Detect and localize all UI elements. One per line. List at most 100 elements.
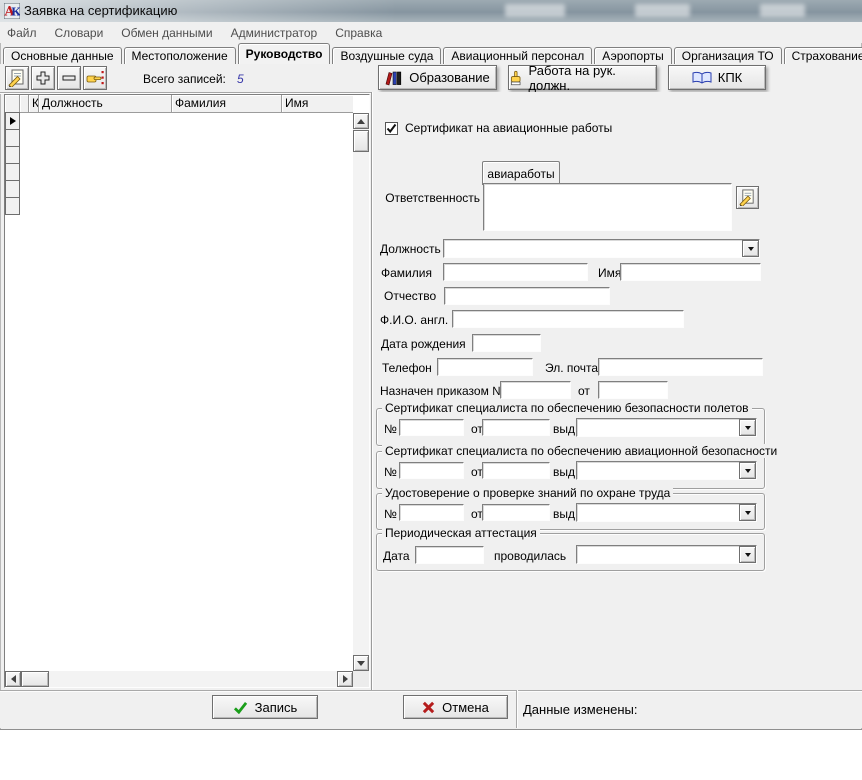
tab-aviation-personnel[interactable]: Авиационный персонал [443,47,592,64]
vertical-scroll-thumb[interactable] [353,130,369,152]
save-button[interactable]: Запись [212,695,318,719]
order-number-field[interactable] [500,381,571,399]
cert2-date-field[interactable] [482,462,550,479]
pick-record-button[interactable] [83,66,107,90]
cancel-button[interactable]: Отмена [403,695,508,719]
phone-field[interactable] [437,358,533,376]
chevron-down-icon [745,469,751,476]
tab-aircraft[interactable]: Воздушные суда [332,47,441,64]
main-tabbar: Основные данные Местоположение Руководст… [3,43,862,64]
grid-vertical-scrollbar[interactable] [353,113,369,671]
cert1-issuer-combobox[interactable] [576,418,757,437]
tab-management[interactable]: Руководство [238,43,331,64]
grid-header-k[interactable]: К [29,95,39,113]
attestation-date-field[interactable] [415,546,484,564]
grid-header-indicator [5,95,20,113]
patronymic-field[interactable] [444,287,610,305]
managerial-work-button[interactable]: Работа на рук. должн. [508,65,657,90]
scroll-down-button[interactable] [353,655,369,671]
fio-en-label: Ф.И.О. англ. [380,313,448,327]
menu-item-administrator[interactable]: Администратор [231,26,318,40]
cert3-issuer-combobox[interactable] [576,503,757,522]
grid-row-cell[interactable] [5,180,20,198]
responsibility-memo[interactable] [483,183,732,231]
scroll-up-button[interactable] [353,113,369,129]
position-combobox[interactable] [443,239,760,258]
fio-en-field[interactable] [452,310,684,328]
data-changed-status: Данные изменены: [523,702,638,717]
cert2-dropdown-button[interactable] [739,462,756,479]
grid-row-cell[interactable] [5,129,20,147]
red-x-icon [422,701,435,714]
attestation-held-field[interactable] [576,545,757,564]
position-dropdown-button[interactable] [742,240,759,257]
tab-maintenance-org[interactable]: Организация ТО [674,47,782,64]
kpk-button[interactable]: КПК [668,65,766,90]
order-date-field[interactable] [598,381,668,399]
surname-field[interactable] [443,263,588,281]
grid-header: К Должность Фамилия Имя [5,95,353,113]
name-field[interactable] [620,263,761,281]
scroll-left-button[interactable] [5,671,21,687]
aviation-security-certificate-group: Сертификат специалиста по обеспечению ав… [376,451,765,489]
cert3-issuer-field[interactable] [576,503,757,522]
grid-header-surname[interactable]: Фамилия [172,95,282,113]
horizontal-scroll-thumb[interactable] [21,671,49,687]
grid-row-cell[interactable] [5,197,20,215]
add-record-button[interactable] [31,66,55,90]
grid-row-cell[interactable] [5,163,20,181]
cert2-issuer-combobox[interactable] [576,461,757,480]
grid-row-cell[interactable] [5,146,20,164]
pointing-hand-icon [86,70,104,86]
menu-item-file[interactable]: Файл [7,26,37,40]
chevron-down-icon [745,553,751,560]
tab-insurance[interactable]: Страхование [784,47,862,64]
attestation-held-label: проводилась [494,549,566,563]
birthdate-field[interactable] [472,334,541,352]
scroll-right-button[interactable] [337,671,353,687]
aviation-works-certificate-checkbox[interactable] [385,122,398,135]
title-bar[interactable]: A К Заявка на сертификацию [0,0,862,23]
cert2-issuer-field[interactable] [576,461,757,480]
managerial-work-button-label: Работа на рук. должн. [528,63,656,93]
attestation-dropdown-button[interactable] [739,546,756,563]
menu-item-help[interactable]: Справка [335,26,382,40]
cert1-dropdown-button[interactable] [739,419,756,436]
aviation-security-certificate-title: Сертификат специалиста по обеспечению ав… [382,444,780,458]
cert1-number-field[interactable] [399,419,464,436]
menu-item-data-exchange[interactable]: Обмен данными [121,26,212,40]
grid-current-row-cell[interactable] [5,112,20,130]
edit-page-icon [739,189,756,206]
attestation-held-combobox[interactable] [576,545,757,564]
menu-item-dictionaries[interactable]: Словари [55,26,104,40]
responsibility-edit-button[interactable] [736,186,759,209]
cert3-date-field[interactable] [482,504,550,521]
cert2-number-field[interactable] [399,462,464,479]
grid-horizontal-scrollbar[interactable] [5,671,353,687]
green-check-icon [233,701,248,714]
cert1-issuer-field[interactable] [576,418,757,437]
tab-location[interactable]: Местоположение [124,47,236,64]
education-button[interactable]: Образование [378,65,497,90]
grid-header-position[interactable]: Должность [39,95,172,113]
edit-record-button[interactable] [5,66,29,90]
cancel-button-label: Отмена [442,700,489,715]
subtab-aviaworks[interactable]: авиаработы [482,161,560,185]
cert3-dropdown-button[interactable] [739,504,756,521]
grid-row-indicator-column [5,113,20,215]
scrollbar-corner [353,671,369,687]
cert1-date-field[interactable] [482,419,550,436]
cert1-issued-label: выд [553,422,575,436]
position-label: Должность [380,242,441,256]
grid-header-name[interactable]: Имя [282,95,353,113]
cert3-number-field[interactable] [399,504,464,521]
labor-safety-certificate-group: Удостоверение о проверке знаний по охран… [376,493,765,530]
email-field[interactable] [598,358,763,376]
flight-safety-certificate-title: Сертификат специалиста по обеспечению бе… [382,401,752,415]
tab-main-data[interactable]: Основные данные [3,47,122,64]
records-grid[interactable]: К Должность Фамилия Имя [4,94,370,688]
open-book-icon [692,71,712,85]
delete-record-button[interactable] [57,66,81,90]
position-combobox-field[interactable] [443,239,760,258]
tab-airports[interactable]: Аэропорты [594,47,671,64]
